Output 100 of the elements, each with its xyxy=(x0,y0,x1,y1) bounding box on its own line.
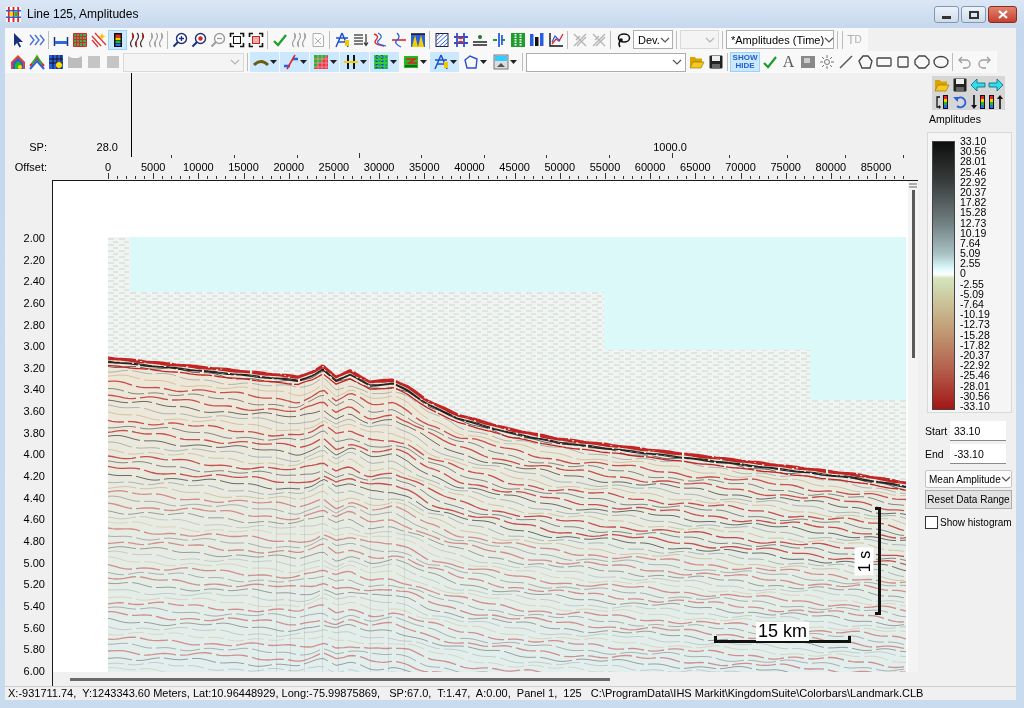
redo-icon xyxy=(975,54,992,70)
status-bar: X:-931711.74, Y:1243343.60 Meters, Lat:10.96448929, Long:-75.99875869, SP:67.0, T:1.47, A:0.00, Panel 1, 125 C:\ProgramData\IHS Markit\KingdomSuite\Colorbars\Landmark.CLB xyxy=(5,686,1016,700)
time-label: 3.20 xyxy=(23,360,45,375)
offset-tick-label: 40000 xyxy=(454,161,485,173)
map-layer-icon xyxy=(403,54,419,70)
frame-icon xyxy=(247,31,264,48)
scale-label: 1 s xyxy=(854,547,874,576)
time-label: 5.40 xyxy=(23,598,45,613)
diagonal-lines-icon xyxy=(90,31,107,48)
field-label: Start xyxy=(925,425,949,437)
time-label: 2.20 xyxy=(23,252,45,267)
sun-icon xyxy=(818,54,835,70)
crossed-lines-icon xyxy=(590,31,607,48)
toolbar-button[interactable] xyxy=(855,52,874,72)
maximize-button[interactable] xyxy=(961,6,986,23)
sp-label: SP: xyxy=(29,141,47,153)
scale-value: -2.55 xyxy=(960,278,985,289)
time-label: 5.80 xyxy=(23,642,45,657)
offset-tick-label: 35000 xyxy=(408,161,440,173)
toolbar-button[interactable] xyxy=(108,29,127,50)
scale-value: -25.46 xyxy=(960,370,990,381)
offset-tick-label: 10000 xyxy=(183,161,214,173)
time-label: 4.40 xyxy=(23,490,45,505)
save-icon[interactable] xyxy=(952,76,968,93)
offset-tick-label: 65000 xyxy=(680,161,711,173)
framed-box-icon xyxy=(799,54,816,70)
zoom-target-icon xyxy=(190,31,207,48)
square-icon xyxy=(104,54,121,70)
wiggle-traces-icon xyxy=(128,31,145,48)
scale-value: -20.37 xyxy=(960,349,990,360)
time-label: 4.20 xyxy=(23,469,45,484)
scale-value: 12.73 xyxy=(960,217,988,228)
start-field[interactable]: 33.10 xyxy=(950,421,1006,441)
sp-value: 28.0 xyxy=(96,141,118,153)
scale-label: 15 km xyxy=(756,622,810,641)
fit-frame-icon xyxy=(228,31,245,48)
zoom-out-icon xyxy=(209,31,226,48)
offset-tick-label: 0 xyxy=(104,161,112,173)
scale-value: 0 xyxy=(960,268,967,279)
split-button[interactable] xyxy=(370,52,399,72)
chevron-icon xyxy=(705,36,715,43)
scale-value: 17.82 xyxy=(960,197,988,208)
dropdown[interactable]: Dev. xyxy=(633,30,673,49)
time-label: 6.00 xyxy=(23,663,45,678)
scale-value: 5.09 xyxy=(960,248,982,259)
time-label: 2.40 xyxy=(23,274,45,289)
caret-icon xyxy=(330,60,337,64)
caret-icon xyxy=(360,60,367,64)
scrollbar-thumb[interactable] xyxy=(70,677,610,681)
split-button[interactable] xyxy=(490,52,519,72)
window-title: Line 125, Amplitudes xyxy=(27,7,139,21)
close-icon xyxy=(997,10,1008,19)
offset-tick-label: 50000 xyxy=(544,161,576,173)
scale-value: -22.92 xyxy=(960,360,990,371)
split-button[interactable] xyxy=(340,52,369,72)
scale-value: 33.10 xyxy=(960,136,988,146)
text-tool-button[interactable]: A xyxy=(779,52,798,72)
flip-colors-icon[interactable] xyxy=(934,93,950,110)
rectangle-icon xyxy=(875,54,892,70)
minimize-icon xyxy=(942,15,951,19)
scale-value: -10.19 xyxy=(960,309,990,320)
save-icon xyxy=(707,54,724,70)
offset-tick-label: 55000 xyxy=(589,161,621,173)
crossing-lines-icon xyxy=(390,31,407,48)
columns-icon xyxy=(509,31,526,48)
mode-dropdown[interactable]: Mean Amplitude xyxy=(925,470,1012,488)
colorbar-down-icon[interactable] xyxy=(970,93,986,110)
colorbar-up-icon[interactable] xyxy=(988,93,1004,110)
caret-icon xyxy=(390,60,397,64)
time-label: 3.60 xyxy=(23,404,45,419)
caret-icon xyxy=(480,60,487,64)
chevron-icon xyxy=(1000,476,1011,482)
reset-button[interactable]: Reset Data Range xyxy=(925,490,1012,509)
grid-icon xyxy=(71,31,88,48)
house-layers-icon xyxy=(9,54,26,70)
scrollbar-thumb[interactable] xyxy=(911,190,915,358)
toolbar-button[interactable] xyxy=(46,52,65,72)
offset-tick-label: 30000 xyxy=(363,161,395,173)
minimize-button[interactable] xyxy=(934,6,959,23)
checkbox[interactable] xyxy=(925,516,938,529)
scale-value: 20.37 xyxy=(960,186,988,197)
ellipse-icon xyxy=(932,54,949,70)
close-button[interactable] xyxy=(988,6,1017,23)
colored-chevrons-icon xyxy=(28,54,45,70)
chevron-icon xyxy=(230,59,240,65)
caret-icon xyxy=(450,60,457,64)
toolbar-button[interactable] xyxy=(912,52,931,72)
vertical-scrollbar[interactable] xyxy=(908,180,918,672)
scale-value: 25.46 xyxy=(960,166,988,177)
time-label: 2.80 xyxy=(23,317,45,332)
show-hide-button[interactable]: SHOW HIDE xyxy=(730,52,760,72)
scale-value: 28.01 xyxy=(960,156,988,167)
scale-value: 2.55 xyxy=(960,258,982,269)
end-field[interactable]: -33.10 xyxy=(950,444,1006,464)
offset-tick-label: 20000 xyxy=(273,161,304,173)
offset-tick-label: 25000 xyxy=(318,161,350,173)
dropdown[interactable]: *Amplitudes (Time) xyxy=(726,30,834,49)
polygon-icon xyxy=(463,54,479,70)
rotate-arrow-icon[interactable] xyxy=(952,93,968,110)
time-label: 3.00 xyxy=(23,339,45,354)
